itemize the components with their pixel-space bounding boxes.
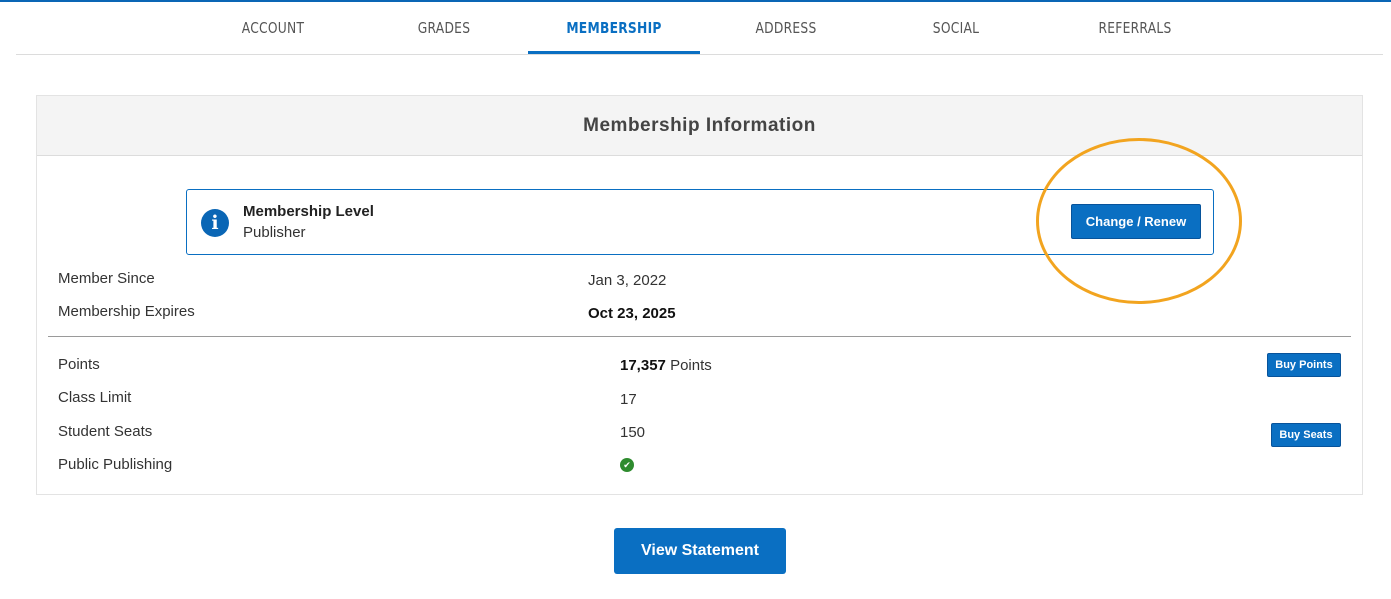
tab-social[interactable]: SOCIAL <box>907 2 1005 55</box>
points-amount: 17,357 <box>620 357 666 374</box>
profile-tabs: ACCOUNT GRADES MEMBERSHIP ADDRESS SOCIAL… <box>16 2 1383 55</box>
membership-level-value: Publisher <box>243 224 306 241</box>
points-unit: Points <box>670 357 712 374</box>
view-statement-button[interactable]: View Statement <box>614 528 786 574</box>
member-since-value: Jan 3, 2022 <box>588 272 667 289</box>
student-seats-label: Student Seats <box>58 423 153 440</box>
buy-points-button[interactable]: Buy Points <box>1267 353 1341 377</box>
section-divider <box>48 336 1351 337</box>
tab-address[interactable]: ADDRESS <box>737 2 835 55</box>
class-limit-label: Class Limit <box>58 389 132 406</box>
points-value: 17,357 Points <box>620 357 712 374</box>
tab-membership[interactable]: MEMBERSHIP <box>543 2 684 55</box>
member-since-label: Member Since <box>58 270 155 287</box>
membership-expires-label: Membership Expires <box>58 303 195 320</box>
check-circle-icon: ✔ <box>620 458 634 472</box>
tab-referrals[interactable]: REFERRALS <box>1082 2 1189 55</box>
buy-seats-button[interactable]: Buy Seats <box>1271 423 1341 447</box>
highlight-annotation-circle <box>1036 138 1242 304</box>
tab-grades[interactable]: GRADES <box>395 2 493 55</box>
membership-level-title: Membership Level <box>243 203 374 220</box>
class-limit-value: 17 <box>620 391 637 408</box>
student-seats-value: 150 <box>620 424 646 441</box>
membership-expires-value: Oct 23, 2025 <box>588 305 676 322</box>
info-icon: i <box>201 209 229 237</box>
public-publishing-label: Public Publishing <box>58 456 173 473</box>
tab-account[interactable]: ACCOUNT <box>224 2 322 55</box>
points-label: Points <box>58 356 100 373</box>
active-tab-underline <box>528 51 700 54</box>
